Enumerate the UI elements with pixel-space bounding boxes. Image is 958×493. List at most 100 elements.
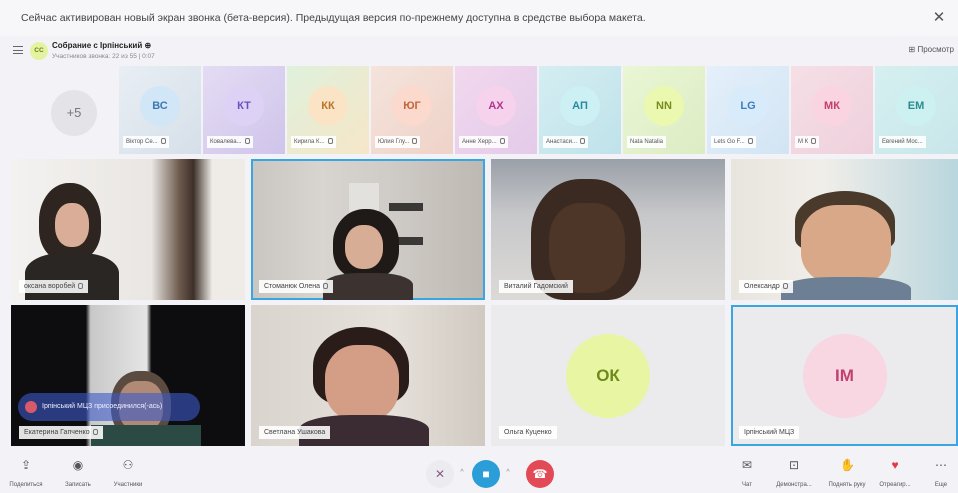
- participant-name: Анастаси...: [543, 136, 589, 148]
- mic-off-icon: [580, 138, 586, 144]
- participant-avatar: МК: [812, 86, 852, 126]
- mic-off-icon: [499, 138, 505, 144]
- mic-off-icon: [412, 138, 418, 144]
- participant-body: [323, 273, 413, 300]
- meeting-header: СС Собрание с Ірпінський ⊕ Участников зв…: [0, 38, 958, 66]
- participant-name: Nata Natalia: [627, 136, 667, 148]
- more-participants-button[interactable]: +5: [51, 90, 97, 136]
- participant-avatar: КТ: [224, 86, 264, 126]
- participant-thumb[interactable]: LG Lets Go F...: [707, 66, 789, 154]
- mic-off-icon: [782, 283, 788, 289]
- mic-off-icon: [92, 429, 98, 435]
- participant-name: М К: [795, 136, 820, 148]
- chat-icon: ✉: [741, 458, 753, 472]
- participant-thumb[interactable]: АХ Анне Херр...: [455, 66, 537, 154]
- tile-name-label: Виталий Гадомский: [499, 280, 573, 293]
- close-banner-button[interactable]: ✕: [930, 9, 948, 27]
- participant-thumb[interactable]: КК Кирила К...: [287, 66, 369, 154]
- chevron-down-icon[interactable]: ^: [458, 469, 466, 477]
- video-tile[interactable]: оксана воробей: [11, 159, 245, 300]
- participant-thumb[interactable]: КТ Ковалева...: [203, 66, 285, 154]
- camera-button[interactable]: ■: [472, 460, 500, 488]
- participant-avatar: IM: [802, 333, 887, 418]
- participant-name: Кирила К...: [291, 136, 336, 148]
- participant-name: Анне Херр...: [459, 136, 508, 148]
- mic-off-icon: [160, 138, 166, 144]
- participant-avatar: ЮГ: [392, 86, 432, 126]
- video-tile[interactable]: Екатерина Гапченко: [11, 305, 245, 446]
- participant-face: [345, 225, 383, 269]
- participant-thumb[interactable]: МК М К: [791, 66, 873, 154]
- participant-face: [325, 345, 399, 421]
- tile-name-label: Светлана Ушакова: [259, 426, 331, 439]
- record-icon: ◉: [72, 458, 84, 472]
- present-button[interactable]: ⊡ Демонстра...: [768, 458, 820, 488]
- join-notification: Ірпінський МЦЗ присоединился(-ась): [18, 393, 200, 421]
- react-button[interactable]: ♥ Отреагир...: [874, 458, 916, 488]
- participant-avatar: LG: [728, 86, 768, 126]
- video-tile[interactable]: Виталий Гадомский: [491, 159, 725, 300]
- raise-hand-button[interactable]: ✋ Поднять руку: [822, 458, 872, 488]
- participant-face: [55, 203, 89, 247]
- participant-body: [91, 425, 201, 446]
- mic-off-icon: [327, 138, 333, 144]
- participant-thumb[interactable]: ЕМ Евгений Мос...: [875, 66, 958, 154]
- video-tile[interactable]: Олександр: [731, 159, 958, 300]
- heart-icon: ♥: [891, 458, 899, 472]
- mic-off-icon: [323, 283, 329, 289]
- chevron-down-icon[interactable]: ^: [504, 469, 512, 477]
- participant-avatar: ВС: [140, 86, 180, 126]
- call-toolbar: ⇪ Поделиться ◉ Записать ⚇ Участники ✕ ^ …: [0, 452, 958, 493]
- present-icon: ⊡: [788, 458, 800, 472]
- avatar: [25, 401, 37, 413]
- participant-name: Lets Go F...: [711, 136, 756, 148]
- participants-icon: ⚇: [122, 458, 134, 472]
- share-icon: ⇪: [20, 458, 32, 472]
- banner-text: Сейчас активирован новый экран звонка (б…: [21, 12, 646, 24]
- end-call-button[interactable]: ☎: [526, 460, 554, 488]
- tile-name-label: Стоманюк Олена: [259, 280, 334, 293]
- participants-button[interactable]: ⚇ Участники: [106, 458, 150, 488]
- tile-name-label: Ірпінський МЦЗ: [739, 426, 800, 439]
- join-notification-text: Ірпінський МЦЗ присоединился(-ась): [42, 403, 163, 410]
- more-button[interactable]: ⋯ Еще: [930, 458, 952, 488]
- participant-avatar: АХ: [476, 86, 516, 126]
- participant-name: Ковалева...: [207, 136, 253, 148]
- tile-name-label: Олександр: [739, 280, 793, 293]
- tile-name-label: Ольга Куценко: [499, 426, 557, 439]
- mic-off-icon: ✕: [434, 467, 446, 481]
- participant-thumb[interactable]: ВС Віктор Се...: [119, 66, 201, 154]
- meeting-subtitle: Участников звонка: 22 из 55 | 0:07: [52, 53, 155, 60]
- participant-face: [801, 205, 891, 285]
- video-tile[interactable]: Стоманюк Олена: [251, 159, 485, 300]
- background-door: [389, 203, 423, 211]
- tile-name-label: оксана воробей: [19, 280, 89, 293]
- participant-avatar: АП: [560, 86, 600, 126]
- participant-avatar: ЕМ: [896, 86, 936, 126]
- menu-icon[interactable]: [13, 46, 23, 54]
- chat-button[interactable]: ✉ Чат: [734, 458, 760, 488]
- mute-button[interactable]: ✕: [426, 460, 454, 488]
- meeting-title[interactable]: Собрание с Ірпінський ⊕: [52, 41, 151, 50]
- camera-icon: ■: [482, 467, 490, 481]
- participant-thumb[interactable]: ЮГ Юлия Глу...: [371, 66, 453, 154]
- participant-name: Евгений Мос...: [879, 136, 926, 148]
- mic-off-icon: [78, 283, 84, 289]
- view-button[interactable]: ⊞ Просмотр: [909, 45, 954, 54]
- video-tile[interactable]: IM Ірпінський МЦЗ: [731, 305, 958, 446]
- participant-thumb[interactable]: АП Анастаси...: [539, 66, 621, 154]
- participant-avatar: КК: [308, 86, 348, 126]
- more-icon: ⋯: [935, 458, 947, 472]
- video-tile[interactable]: Светлана Ушакова: [251, 305, 485, 446]
- participant-avatar: ОК: [566, 333, 650, 418]
- record-button[interactable]: ◉ Записать: [58, 458, 98, 488]
- tile-name-label: Екатерина Гапченко: [19, 426, 103, 439]
- share-button[interactable]: ⇪ Поделиться: [6, 458, 46, 488]
- participant-body: [781, 277, 911, 300]
- participant-name: Віктор Се...: [123, 136, 169, 148]
- mic-off-icon: [244, 138, 250, 144]
- meeting-avatar: СС: [30, 42, 48, 60]
- hand-icon: ✋: [840, 458, 855, 472]
- participant-thumb[interactable]: NN Nata Natalia: [623, 66, 705, 154]
- video-tile[interactable]: ОК Ольга Куценко: [491, 305, 725, 446]
